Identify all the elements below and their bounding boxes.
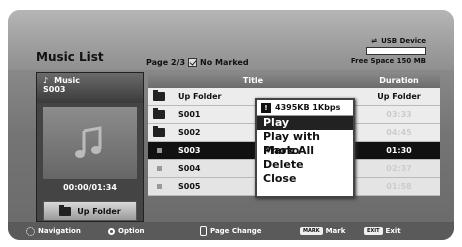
music-file-icon — [156, 184, 162, 189]
duration-header: Duration — [379, 75, 419, 85]
music-note-icon — [75, 126, 102, 158]
title-header: Title — [242, 75, 264, 85]
menu-item-play[interactable]: Play — [257, 116, 353, 130]
nav-hint: Navigation — [26, 226, 81, 236]
up-folder-label: Up Folder — [77, 206, 121, 216]
page-change-icon — [200, 226, 207, 236]
tv-frame: Music List Page 2/3 No Marked ⇌ USB Devi… — [0, 0, 462, 247]
usb-device-label: USB Device — [381, 37, 426, 45]
file-info: ! 4395KB 1Kbps — [257, 100, 353, 116]
item-duration: Up Folder — [377, 92, 421, 101]
music-file-icon — [156, 148, 162, 153]
page-change-hint: Page Change — [200, 226, 261, 236]
item-duration: 01:30 — [386, 146, 412, 155]
now-playing-panel: ♪ Music S003 00:00/01:34 Up Folder — [36, 72, 144, 222]
current-track: S003 — [43, 85, 66, 94]
page-number: Page 2/3 — [146, 58, 186, 67]
bottom-help-bar: Navigation Option Page Change MARK Mark … — [8, 222, 454, 240]
options-popup: ! 4395KB 1Kbps Play Play with Photo Mark… — [255, 98, 355, 198]
nav-label: Navigation — [38, 227, 81, 235]
exit-hint: EXIT Exit — [364, 227, 401, 235]
item-duration: 01:58 — [386, 182, 412, 191]
page-title: Music List — [36, 50, 104, 64]
mark-hint: MARK Mark — [300, 227, 345, 235]
folder-icon — [153, 108, 165, 119]
page-info: Page 2/3 No Marked — [146, 58, 249, 67]
menu-item-delete[interactable]: Delete — [257, 158, 353, 172]
file-info-text: 4395KB 1Kbps — [275, 103, 341, 112]
usb-space-bar — [366, 47, 426, 55]
exit-label: Exit — [385, 227, 401, 235]
list-header: Title Duration — [148, 72, 440, 88]
folder-icon — [153, 126, 165, 137]
music-file-icon — [156, 166, 162, 171]
option-label: Option — [118, 227, 145, 235]
navigation-icon — [26, 226, 35, 236]
marked-status: No Marked — [200, 58, 249, 67]
page-change-label: Page Change — [210, 227, 262, 235]
item-duration: 03:33 — [386, 110, 412, 119]
info-icon: ! — [261, 102, 271, 113]
folder-name: Music — [54, 76, 81, 85]
folder-icon — [59, 204, 72, 216]
exit-key-icon: EXIT — [364, 227, 383, 235]
free-space: Free Space 150 MB — [350, 57, 426, 65]
menu-item-play-with-photo[interactable]: Play with Photo — [257, 130, 353, 157]
menu-item-close[interactable]: Close — [257, 172, 353, 186]
folder-icon — [153, 90, 165, 101]
usb-icon: ⇌ — [371, 37, 378, 45]
music-list-screen: Music List Page 2/3 No Marked ⇌ USB Devi… — [8, 10, 454, 240]
item-duration: 04:45 — [386, 128, 412, 137]
option-hint: Option — [108, 227, 145, 235]
menu-item-mark-all[interactable]: Mark All — [257, 144, 353, 158]
playback-time: 00:00/01:34 — [63, 183, 117, 192]
mark-label: Mark — [325, 227, 346, 235]
ok-icon — [108, 227, 115, 235]
up-folder-button[interactable]: Up Folder — [43, 201, 137, 221]
item-duration: 02:37 — [386, 164, 412, 173]
usb-info: ⇌ USB Device Free Space 150 MB — [346, 37, 426, 65]
mark-key-icon: MARK — [300, 227, 323, 235]
music-folder-icon: ♪ — [43, 76, 49, 85]
album-art — [43, 107, 137, 179]
check-icon — [188, 58, 198, 67]
